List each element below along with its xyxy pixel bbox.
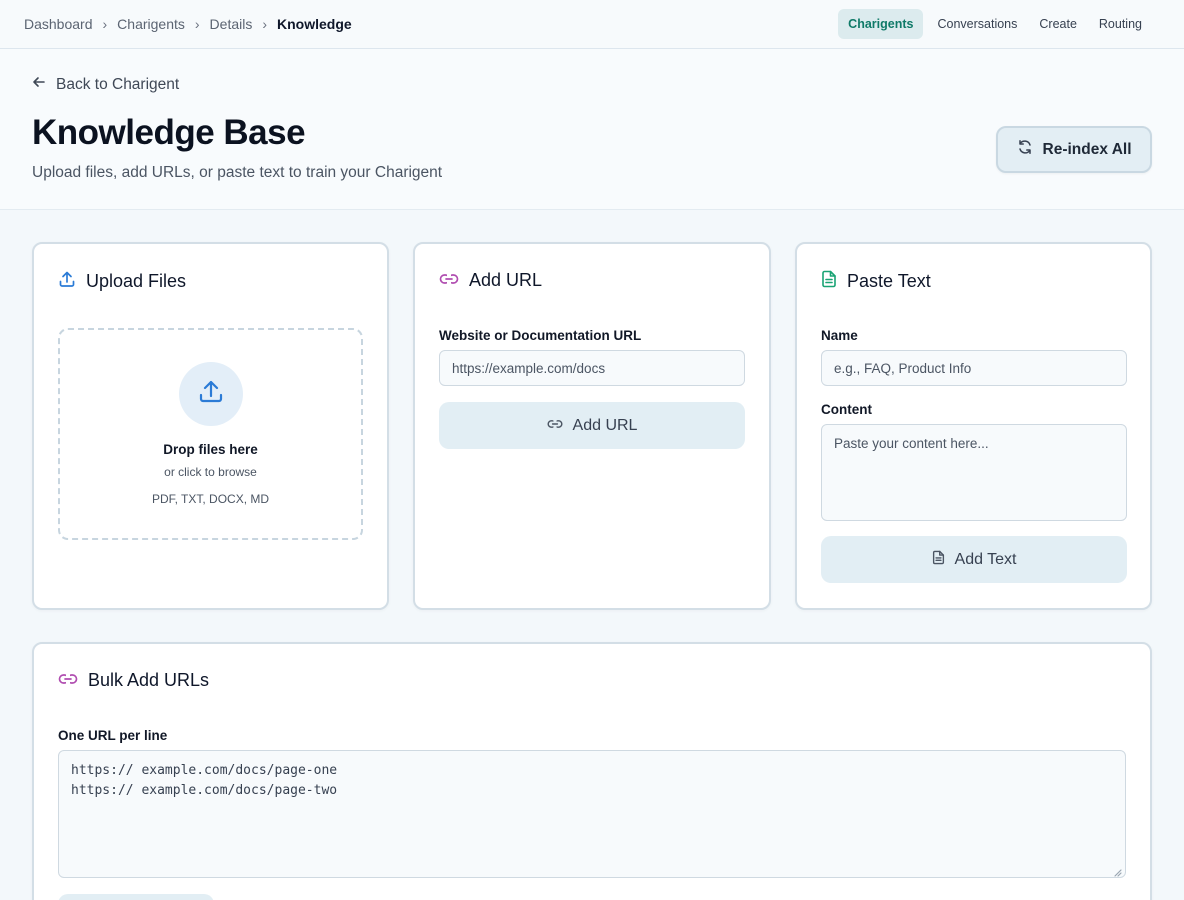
upload-icon: [197, 378, 225, 411]
breadcrumb: Dashboard › Charigents › Details › Knowl…: [24, 16, 352, 32]
url-field-label: Website or Documentation URL: [439, 328, 642, 343]
breadcrumb-current: Knowledge: [277, 16, 352, 32]
bulk-urls-textarea[interactable]: https:// example.com/docs/page-one https…: [58, 750, 1126, 878]
file-dropzone[interactable]: Drop files here or click to browse PDF, …: [58, 328, 363, 540]
link-icon: [439, 270, 459, 291]
nav-links: Charigents Conversations Create Routing: [838, 9, 1150, 39]
nav-charigents[interactable]: Charigents: [838, 9, 924, 39]
add-url-button-label: Add URL: [572, 416, 638, 434]
content-textarea[interactable]: Paste your content here...: [821, 424, 1127, 521]
add-text-button-label: Add Text: [954, 550, 1017, 568]
bulk-title: Bulk Add URLs: [88, 670, 210, 690]
paste-text-card: Paste Text Name e.g., FAQ, Product Info …: [795, 242, 1152, 610]
dropzone-file-types: PDF, TXT, DOCX, MD: [151, 492, 270, 506]
name-field-label: Name: [821, 328, 858, 343]
chevron-right-icon: ›: [262, 16, 268, 32]
name-input[interactable]: e.g., FAQ, Product Info: [821, 350, 1127, 386]
paste-text-card-title: Paste Text: [821, 270, 931, 293]
chevron-right-icon: ›: [194, 16, 200, 32]
add-text-button[interactable]: Add Text: [821, 536, 1127, 583]
paste-text-title: Paste Text: [847, 271, 931, 291]
breadcrumb-dashboard[interactable]: Dashboard: [24, 16, 93, 32]
bulk-add-urls-card: Bulk Add URLs One URL per line https:// …: [32, 642, 1152, 900]
nav-conversations[interactable]: Conversations: [929, 9, 1025, 39]
top-nav: Dashboard › Charigents › Details › Knowl…: [0, 0, 1184, 49]
document-icon: [932, 550, 945, 570]
add-url-title: Add URL: [469, 270, 543, 290]
upload-card-title: Upload Files: [58, 270, 186, 293]
nav-routing[interactable]: Routing: [1091, 9, 1150, 39]
add-url-button[interactable]: Add URL: [439, 402, 745, 449]
bulk-url-line: https:// example.com/docs/page-two: [71, 783, 338, 798]
document-icon: [821, 270, 837, 293]
bulk-field-label: One URL per line: [58, 728, 168, 743]
breadcrumb-details[interactable]: Details: [210, 16, 253, 32]
link-icon: [547, 417, 563, 435]
add-url-card-title: Add URL: [439, 270, 542, 291]
chevron-right-icon: ›: [102, 16, 108, 32]
upload-icon: [58, 270, 76, 293]
resize-handle-icon[interactable]: [1112, 864, 1122, 877]
bulk-add-button[interactable]: [58, 894, 214, 900]
upload-circle: [179, 362, 243, 426]
reindex-all-button[interactable]: Re-index All: [996, 126, 1152, 173]
page-title: Knowledge Base: [32, 113, 306, 152]
page-subtitle: Upload files, add URLs, or paste text to…: [32, 164, 443, 181]
breadcrumb-charigents[interactable]: Charigents: [117, 16, 185, 32]
reindex-label: Re-index All: [1042, 140, 1132, 158]
bulk-url-line: https:// example.com/docs/page-one: [71, 763, 338, 778]
add-url-card: Add URL Website or Documentation URL htt…: [413, 242, 771, 610]
arrow-left-icon: [32, 75, 46, 94]
upload-files-card: Upload Files Drop files here or click to…: [32, 242, 389, 610]
content-field-label: Content: [821, 402, 872, 417]
back-label: Back to Charigent: [56, 75, 180, 93]
upload-title: Upload Files: [86, 271, 187, 291]
page-header: Back to Charigent Knowledge Base Upload …: [0, 49, 1184, 210]
url-input[interactable]: https://example.com/docs: [439, 350, 745, 386]
dropzone-subtitle: or click to browse: [164, 465, 257, 479]
dropzone-title: Drop files here: [163, 442, 258, 457]
link-icon: [58, 670, 78, 691]
nav-create[interactable]: Create: [1031, 9, 1085, 39]
refresh-icon: [1017, 139, 1033, 160]
bulk-card-title: Bulk Add URLs: [58, 670, 209, 691]
back-link[interactable]: Back to Charigent: [32, 75, 179, 94]
